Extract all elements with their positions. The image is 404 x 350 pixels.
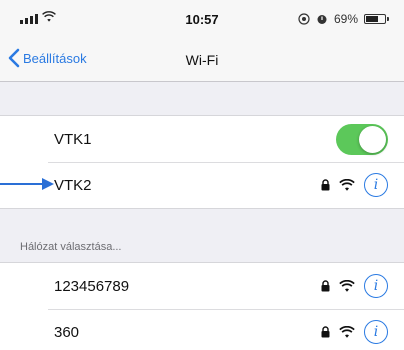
wifi-toggle-label: VTK1 bbox=[54, 130, 92, 148]
connected-network-row[interactable]: VTK2 i bbox=[0, 162, 404, 208]
lock-icon bbox=[321, 179, 330, 191]
wifi-settings-group: VTK1 VTK2 i bbox=[0, 115, 404, 209]
network-name: 123456789 bbox=[54, 277, 130, 295]
info-icon[interactable]: i bbox=[364, 274, 388, 298]
battery-icon bbox=[364, 14, 389, 24]
network-name: 360 bbox=[54, 323, 80, 341]
page-title: Wi-Fi bbox=[185, 52, 219, 68]
connected-network-name: VTK2 bbox=[54, 176, 92, 194]
network-row[interactable]: 123456789 i bbox=[0, 263, 404, 309]
wifi-icon bbox=[339, 178, 355, 191]
wifi-icon bbox=[339, 279, 355, 292]
navigation-bar: Beállítások Wi-Fi bbox=[0, 38, 404, 82]
location-icon bbox=[298, 13, 310, 25]
battery-percent: 69% bbox=[333, 12, 358, 26]
network-row[interactable]: 360 i bbox=[0, 309, 404, 350]
network-list: 123456789 i 360 i bbox=[0, 262, 404, 350]
lock-icon bbox=[321, 326, 330, 338]
annotation-arrow-icon bbox=[0, 178, 54, 190]
info-icon[interactable]: i bbox=[364, 173, 388, 197]
wifi-icon bbox=[339, 325, 355, 338]
lock-icon bbox=[321, 280, 330, 292]
status-right: 69% bbox=[298, 12, 389, 26]
wifi-toggle-switch[interactable] bbox=[336, 123, 388, 155]
toggle-knob bbox=[359, 125, 386, 153]
alarm-icon bbox=[317, 15, 327, 24]
section-header: Hálózat választása... bbox=[20, 241, 122, 253]
info-icon[interactable]: i bbox=[364, 320, 388, 344]
wifi-toggle-row: VTK1 bbox=[0, 116, 404, 162]
status-bar: 10:57 69% bbox=[0, 0, 404, 38]
